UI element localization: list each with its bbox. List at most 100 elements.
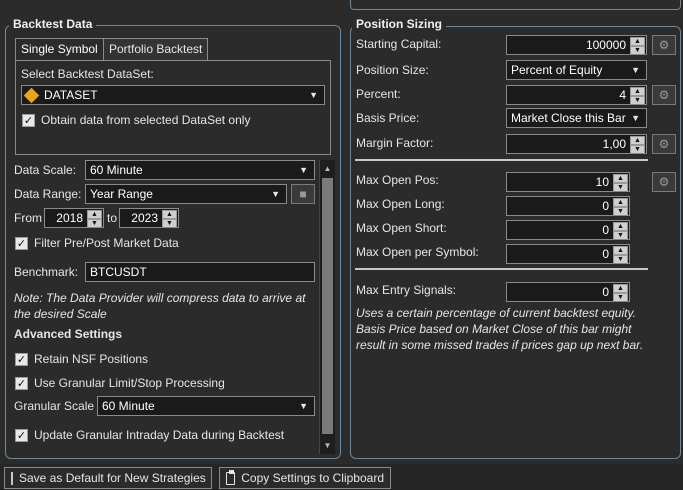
percent-value: 4 [619,88,626,102]
data-scale-combo[interactable]: 60 Minute ▼ [85,160,315,180]
spin-down-icon[interactable]: ▼ [630,145,645,153]
data-scale-label: Data Scale: [14,163,77,177]
spin-up-icon[interactable]: ▲ [613,174,628,183]
check-icon: ✓ [15,236,28,250]
position-size-combo[interactable]: Percent of Equity ▼ [506,60,647,80]
spin-down-icon[interactable]: ▼ [613,255,628,263]
top-frame [350,0,681,10]
spin-up-icon[interactable]: ▲ [613,284,628,293]
position-sizing-title: Position Sizing [352,17,446,31]
starting-capital-spinner[interactable]: ▲ ▼ [630,37,645,54]
spin-down-icon[interactable]: ▼ [613,231,628,239]
starting-capital-input[interactable]: 100000 ▲ ▼ [506,35,647,55]
spin-up-icon[interactable]: ▲ [630,136,645,145]
optimize-gear-icon: ⚙ [658,175,670,189]
data-scale-value: 60 Minute [90,163,143,177]
clipboard-icon [226,469,236,485]
scroll-down-icon[interactable]: ▼ [320,437,335,453]
check-icon: ✓ [15,428,28,442]
spin-down-icon[interactable]: ▼ [630,46,645,54]
spin-up-icon[interactable]: ▲ [613,198,628,207]
spin-down-icon[interactable]: ▼ [613,183,628,191]
tab-single-symbol[interactable]: Single Symbol [15,38,104,60]
dataset-diamond-icon [23,87,40,104]
basis-price-label: Basis Price: [356,111,420,125]
save-default-checkbox[interactable]: Save as Default for New Strategies [4,467,212,489]
spin-up-icon[interactable]: ▲ [630,37,645,46]
granular-scale-label: Granular Scale [14,399,95,413]
max-entry-value: 0 [602,285,609,299]
max-open-pos-value: 10 [595,175,609,189]
obtain-only-checkbox[interactable]: ✓ Obtain data from selected DataSet only [22,113,250,127]
scroll-thumb[interactable] [322,178,333,434]
max-open-long-label: Max Open Long: [356,197,445,211]
retain-nsf-checkbox[interactable]: ✓ Retain NSF Positions [15,352,148,366]
optimize-max-open-button[interactable]: ⚙ [652,172,676,192]
max-open-pos-input[interactable]: 10 ▲ ▼ [506,172,630,192]
spin-down-icon[interactable]: ▼ [162,219,177,227]
percent-spinner[interactable]: ▲ ▼ [630,87,645,104]
granular-scale-combo[interactable]: 60 Minute ▼ [97,396,315,416]
benchmark-label: Benchmark: [14,265,79,279]
from-year-spinner[interactable]: ▲ ▼ [87,210,102,227]
sizing-description: Uses a certain percentage of current bac… [356,306,644,352]
max-entry-input[interactable]: 0 ▲ ▼ [506,282,630,302]
to-year-spinner[interactable]: ▲ ▼ [162,210,177,227]
margin-factor-value: 1,00 [602,137,626,151]
dataset-combo[interactable]: DATASET ▼ [21,85,325,105]
check-icon: ✓ [15,376,28,390]
granular-processing-label: Use Granular Limit/Stop Processing [34,376,225,390]
spin-down-icon[interactable]: ▼ [613,207,628,215]
tab-portfolio-backtest[interactable]: Portfolio Backtest [103,38,209,60]
starting-capital-label: Starting Capital: [356,37,442,51]
max-open-long-spinner[interactable]: ▲ ▼ [613,198,628,215]
obtain-only-label: Obtain data from selected DataSet only [41,113,251,127]
dataset-value: DATASET [44,88,98,102]
max-entry-spinner[interactable]: ▲ ▼ [613,284,628,301]
spin-down-icon[interactable]: ▼ [630,96,645,104]
chevron-down-icon: ▼ [299,401,308,411]
check-icon: ✓ [15,352,28,366]
optimize-margin-button[interactable]: ⚙ [652,134,676,154]
spin-up-icon[interactable]: ▲ [613,222,628,231]
data-range-combo[interactable]: Year Range ▼ [85,184,287,204]
max-open-pos-label: Max Open Pos: [356,173,439,187]
chevron-down-icon: ▼ [271,189,280,199]
max-open-long-input[interactable]: 0 ▲ ▼ [506,196,630,216]
benchmark-value: BTCUSDT [90,265,147,279]
max-open-pos-spinner[interactable]: ▲ ▼ [613,174,628,191]
check-icon: ✓ [22,113,35,127]
from-label: From [14,211,42,225]
spin-down-icon[interactable]: ▼ [87,219,102,227]
copy-settings-label: Copy Settings to Clipboard [241,471,384,485]
max-open-symbol-input[interactable]: 0 ▲ ▼ [506,244,630,264]
copy-settings-button[interactable]: Copy Settings to Clipboard [219,467,391,489]
filter-market-checkbox[interactable]: ✓ Filter Pre/Post Market Data [15,236,179,250]
from-year-input[interactable]: 2018 ▲ ▼ [44,208,104,228]
max-open-short-input[interactable]: 0 ▲ ▼ [506,220,630,240]
advanced-settings-title: Advanced Settings [14,327,123,341]
spin-up-icon[interactable]: ▲ [630,87,645,96]
max-open-short-spinner[interactable]: ▲ ▼ [613,222,628,239]
spin-up-icon[interactable]: ▲ [613,246,628,255]
granular-processing-checkbox[interactable]: ✓ Use Granular Limit/Stop Processing [15,376,225,390]
benchmark-input[interactable]: BTCUSDT [85,262,315,282]
select-dataset-label: Select Backtest DataSet: [21,67,154,81]
update-granular-checkbox[interactable]: ✓ Update Granular Intraday Data during B… [15,428,284,442]
to-year-input[interactable]: 2023 ▲ ▼ [119,208,179,228]
margin-factor-input[interactable]: 1,00 ▲ ▼ [506,134,647,154]
optimize-capital-button[interactable]: ⚙ [652,35,676,55]
max-open-short-value: 0 [602,223,609,237]
spin-up-icon[interactable]: ▲ [87,210,102,219]
sizing-divider-2 [355,268,648,270]
margin-factor-spinner[interactable]: ▲ ▼ [630,136,645,153]
scroll-up-icon[interactable]: ▲ [320,160,335,176]
spin-down-icon[interactable]: ▼ [613,293,628,301]
basis-price-combo[interactable]: Market Close this Bar ▼ [506,108,647,128]
settings-scrollbar[interactable]: ▲ ▼ [319,160,335,454]
optimize-percent-button[interactable]: ⚙ [652,85,676,105]
max-open-symbol-spinner[interactable]: ▲ ▼ [613,246,628,263]
percent-input[interactable]: 4 ▲ ▼ [506,85,647,105]
save-range-button[interactable]: ■ [291,184,315,204]
spin-up-icon[interactable]: ▲ [162,210,177,219]
